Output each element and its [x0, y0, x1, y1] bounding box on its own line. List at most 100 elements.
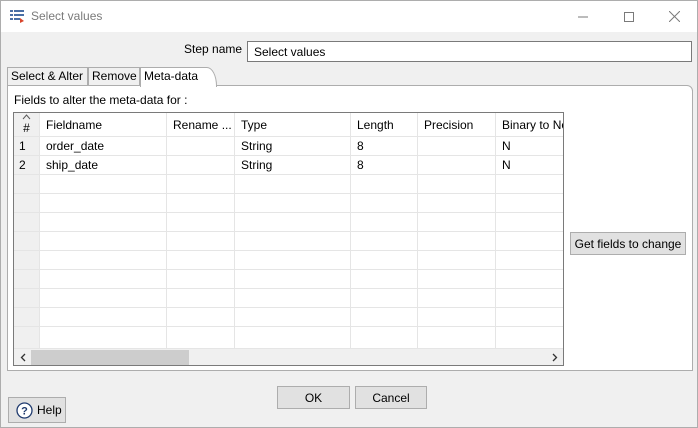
empty-cell	[418, 213, 496, 232]
empty-cell	[235, 232, 351, 251]
precision-cell[interactable]	[418, 156, 496, 175]
empty-cell	[167, 251, 235, 270]
empty-cell	[235, 251, 351, 270]
empty-cell	[351, 175, 418, 194]
empty-cell	[14, 194, 40, 213]
empty-cell	[40, 194, 167, 213]
empty-cell	[418, 289, 496, 308]
scroll-right-button[interactable]	[546, 349, 563, 365]
empty-cell	[167, 175, 235, 194]
column-header-number[interactable]: #	[14, 113, 40, 137]
scroll-left-button[interactable]	[14, 349, 31, 365]
length-cell[interactable]: 8	[351, 156, 418, 175]
step-name-input[interactable]	[247, 41, 692, 62]
empty-table-row[interactable]	[14, 327, 563, 349]
maximize-icon	[624, 11, 634, 22]
empty-cell	[167, 194, 235, 213]
meta-data-panel: Fields to alter the meta-data for : # Fi…	[7, 85, 693, 371]
empty-table-row[interactable]	[14, 213, 563, 232]
type-cell[interactable]: String	[235, 137, 351, 156]
empty-table-row[interactable]	[14, 232, 563, 251]
empty-table-row[interactable]	[14, 270, 563, 289]
empty-cell	[351, 232, 418, 251]
empty-cell	[235, 213, 351, 232]
empty-cell	[14, 289, 40, 308]
get-fields-button[interactable]: Get fields to change	[570, 232, 686, 255]
column-header-number-label: #	[23, 121, 30, 135]
empty-cell	[167, 308, 235, 327]
empty-table-row[interactable]	[14, 251, 563, 270]
type-cell[interactable]: String	[235, 156, 351, 175]
minimize-icon	[578, 16, 588, 17]
empty-cell	[496, 270, 563, 289]
rename-cell[interactable]	[167, 156, 235, 175]
empty-cell	[40, 232, 167, 251]
meta-data-table[interactable]: # Fieldname Rename ... Type Length Preci…	[13, 112, 564, 366]
close-button[interactable]	[651, 1, 697, 32]
column-header-fieldname[interactable]: Fieldname	[40, 113, 167, 137]
column-header-length[interactable]: Length	[351, 113, 418, 137]
empty-cell	[167, 213, 235, 232]
column-header-binary-to-normal[interactable]: Binary to No	[496, 113, 563, 137]
binary-cell[interactable]: N	[496, 156, 563, 175]
fieldname-cell[interactable]: ship_date	[40, 156, 167, 175]
empty-cell	[40, 289, 167, 308]
empty-cell	[496, 232, 563, 251]
empty-cell	[40, 251, 167, 270]
empty-cell	[14, 175, 40, 194]
minimize-button[interactable]	[560, 1, 606, 32]
rename-cell[interactable]	[167, 137, 235, 156]
fieldname-cell[interactable]: order_date	[40, 137, 167, 156]
sort-icon	[22, 114, 31, 120]
ok-button[interactable]: OK	[277, 386, 350, 409]
empty-cell	[167, 327, 235, 349]
empty-cell	[351, 270, 418, 289]
cancel-button[interactable]: Cancel	[355, 386, 427, 409]
close-icon	[668, 11, 680, 22]
empty-cell	[235, 289, 351, 308]
empty-table-row[interactable]	[14, 289, 563, 308]
table-row[interactable]: 2 ship_date String 8 N	[14, 156, 563, 175]
empty-cell	[351, 327, 418, 349]
empty-cell	[235, 194, 351, 213]
empty-table-row[interactable]	[14, 194, 563, 213]
empty-cell	[40, 308, 167, 327]
horizontal-scrollbar[interactable]	[14, 349, 563, 365]
tab-remove[interactable]: Remove	[88, 67, 140, 86]
column-header-rename[interactable]: Rename ...	[167, 113, 235, 137]
empty-cell	[351, 251, 418, 270]
column-header-type[interactable]: Type	[235, 113, 351, 137]
svg-text:?: ?	[21, 405, 28, 417]
maximize-button[interactable]	[606, 1, 652, 32]
empty-cell	[351, 289, 418, 308]
empty-cell	[418, 270, 496, 289]
length-cell[interactable]: 8	[351, 137, 418, 156]
empty-cell	[14, 251, 40, 270]
help-button[interactable]: ? Help	[8, 397, 66, 423]
empty-cell	[235, 270, 351, 289]
row-number[interactable]: 1	[14, 137, 40, 156]
help-icon: ?	[16, 401, 33, 419]
empty-cell	[14, 270, 40, 289]
scrollbar-thumb[interactable]	[31, 350, 189, 365]
empty-cell	[496, 327, 563, 349]
tab-select-alter[interactable]: Select & Alter	[7, 67, 88, 86]
empty-cell	[351, 308, 418, 327]
empty-cell	[14, 308, 40, 327]
precision-cell[interactable]	[418, 137, 496, 156]
binary-cell[interactable]: N	[496, 137, 563, 156]
select-values-icon	[10, 10, 24, 23]
window-title: Select values	[31, 9, 103, 23]
tab-meta-data[interactable]: Meta-data	[140, 67, 217, 87]
empty-cell	[496, 289, 563, 308]
empty-table-row[interactable]	[14, 308, 563, 327]
empty-table-row[interactable]	[14, 175, 563, 194]
empty-cell	[496, 194, 563, 213]
table-row[interactable]: 1 order_date String 8 N	[14, 137, 563, 156]
row-number[interactable]: 2	[14, 156, 40, 175]
select-values-dialog: Select values Step name Select & Alter R…	[0, 0, 698, 428]
column-header-precision[interactable]: Precision	[418, 113, 496, 137]
fields-label: Fields to alter the meta-data for :	[14, 93, 188, 107]
empty-cell	[418, 194, 496, 213]
empty-cell	[418, 175, 496, 194]
